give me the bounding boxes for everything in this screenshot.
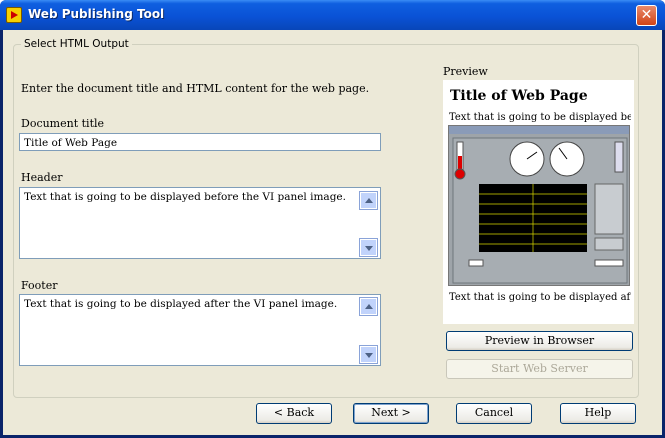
dialog-body: Select HTML Output Enter the document ti… <box>3 30 662 435</box>
footer-scroll-up-icon[interactable] <box>359 297 378 316</box>
document-title-input[interactable]: Title of Web Page <box>19 133 381 151</box>
preview-heading: Title of Web Page <box>450 88 588 104</box>
footer-scroll-down-icon[interactable] <box>359 345 378 364</box>
footer-textarea[interactable]: Text that is going to be displayed after… <box>19 294 381 366</box>
footer-text: Text that is going to be displayed after… <box>24 298 338 310</box>
header-scroll-down-icon[interactable] <box>359 238 378 257</box>
preview-after-text: Text that is going to be displayed afte.… <box>449 292 631 303</box>
labview-app-icon <box>6 7 22 23</box>
header-scroll-up-icon[interactable] <box>359 191 378 210</box>
preview-label: Preview <box>443 65 488 78</box>
header-textarea[interactable]: Text that is going to be displayed befor… <box>19 187 381 259</box>
group-legend: Select HTML Output <box>21 38 132 50</box>
document-title-label: Document title <box>21 117 105 130</box>
preview-before-text: Text that is going to be displayed bef..… <box>449 112 631 123</box>
next-button[interactable]: Next > <box>353 403 429 424</box>
dialog-window: Web Publishing Tool ✕ Select HTML Output… <box>0 0 665 438</box>
header-text: Text that is going to be displayed befor… <box>24 191 346 203</box>
preview-in-browser-button[interactable]: Preview in Browser <box>446 331 633 351</box>
back-button[interactable]: < Back <box>256 403 332 424</box>
footer-label: Footer <box>21 279 58 292</box>
vi-panel-image-icon <box>448 125 630 286</box>
header-label: Header <box>21 171 63 184</box>
help-button[interactable]: Help <box>560 403 636 424</box>
cancel-button[interactable]: Cancel <box>456 403 532 424</box>
title-bar[interactable]: Web Publishing Tool ✕ <box>0 0 665 30</box>
instructions-text: Enter the document title and HTML conten… <box>21 82 370 95</box>
preview-panel: Title of Web Page Text that is going to … <box>443 80 634 324</box>
window-title: Web Publishing Tool <box>28 7 165 21</box>
start-web-server-button[interactable]: Start Web Server <box>446 359 633 379</box>
close-button[interactable]: ✕ <box>636 5 657 26</box>
